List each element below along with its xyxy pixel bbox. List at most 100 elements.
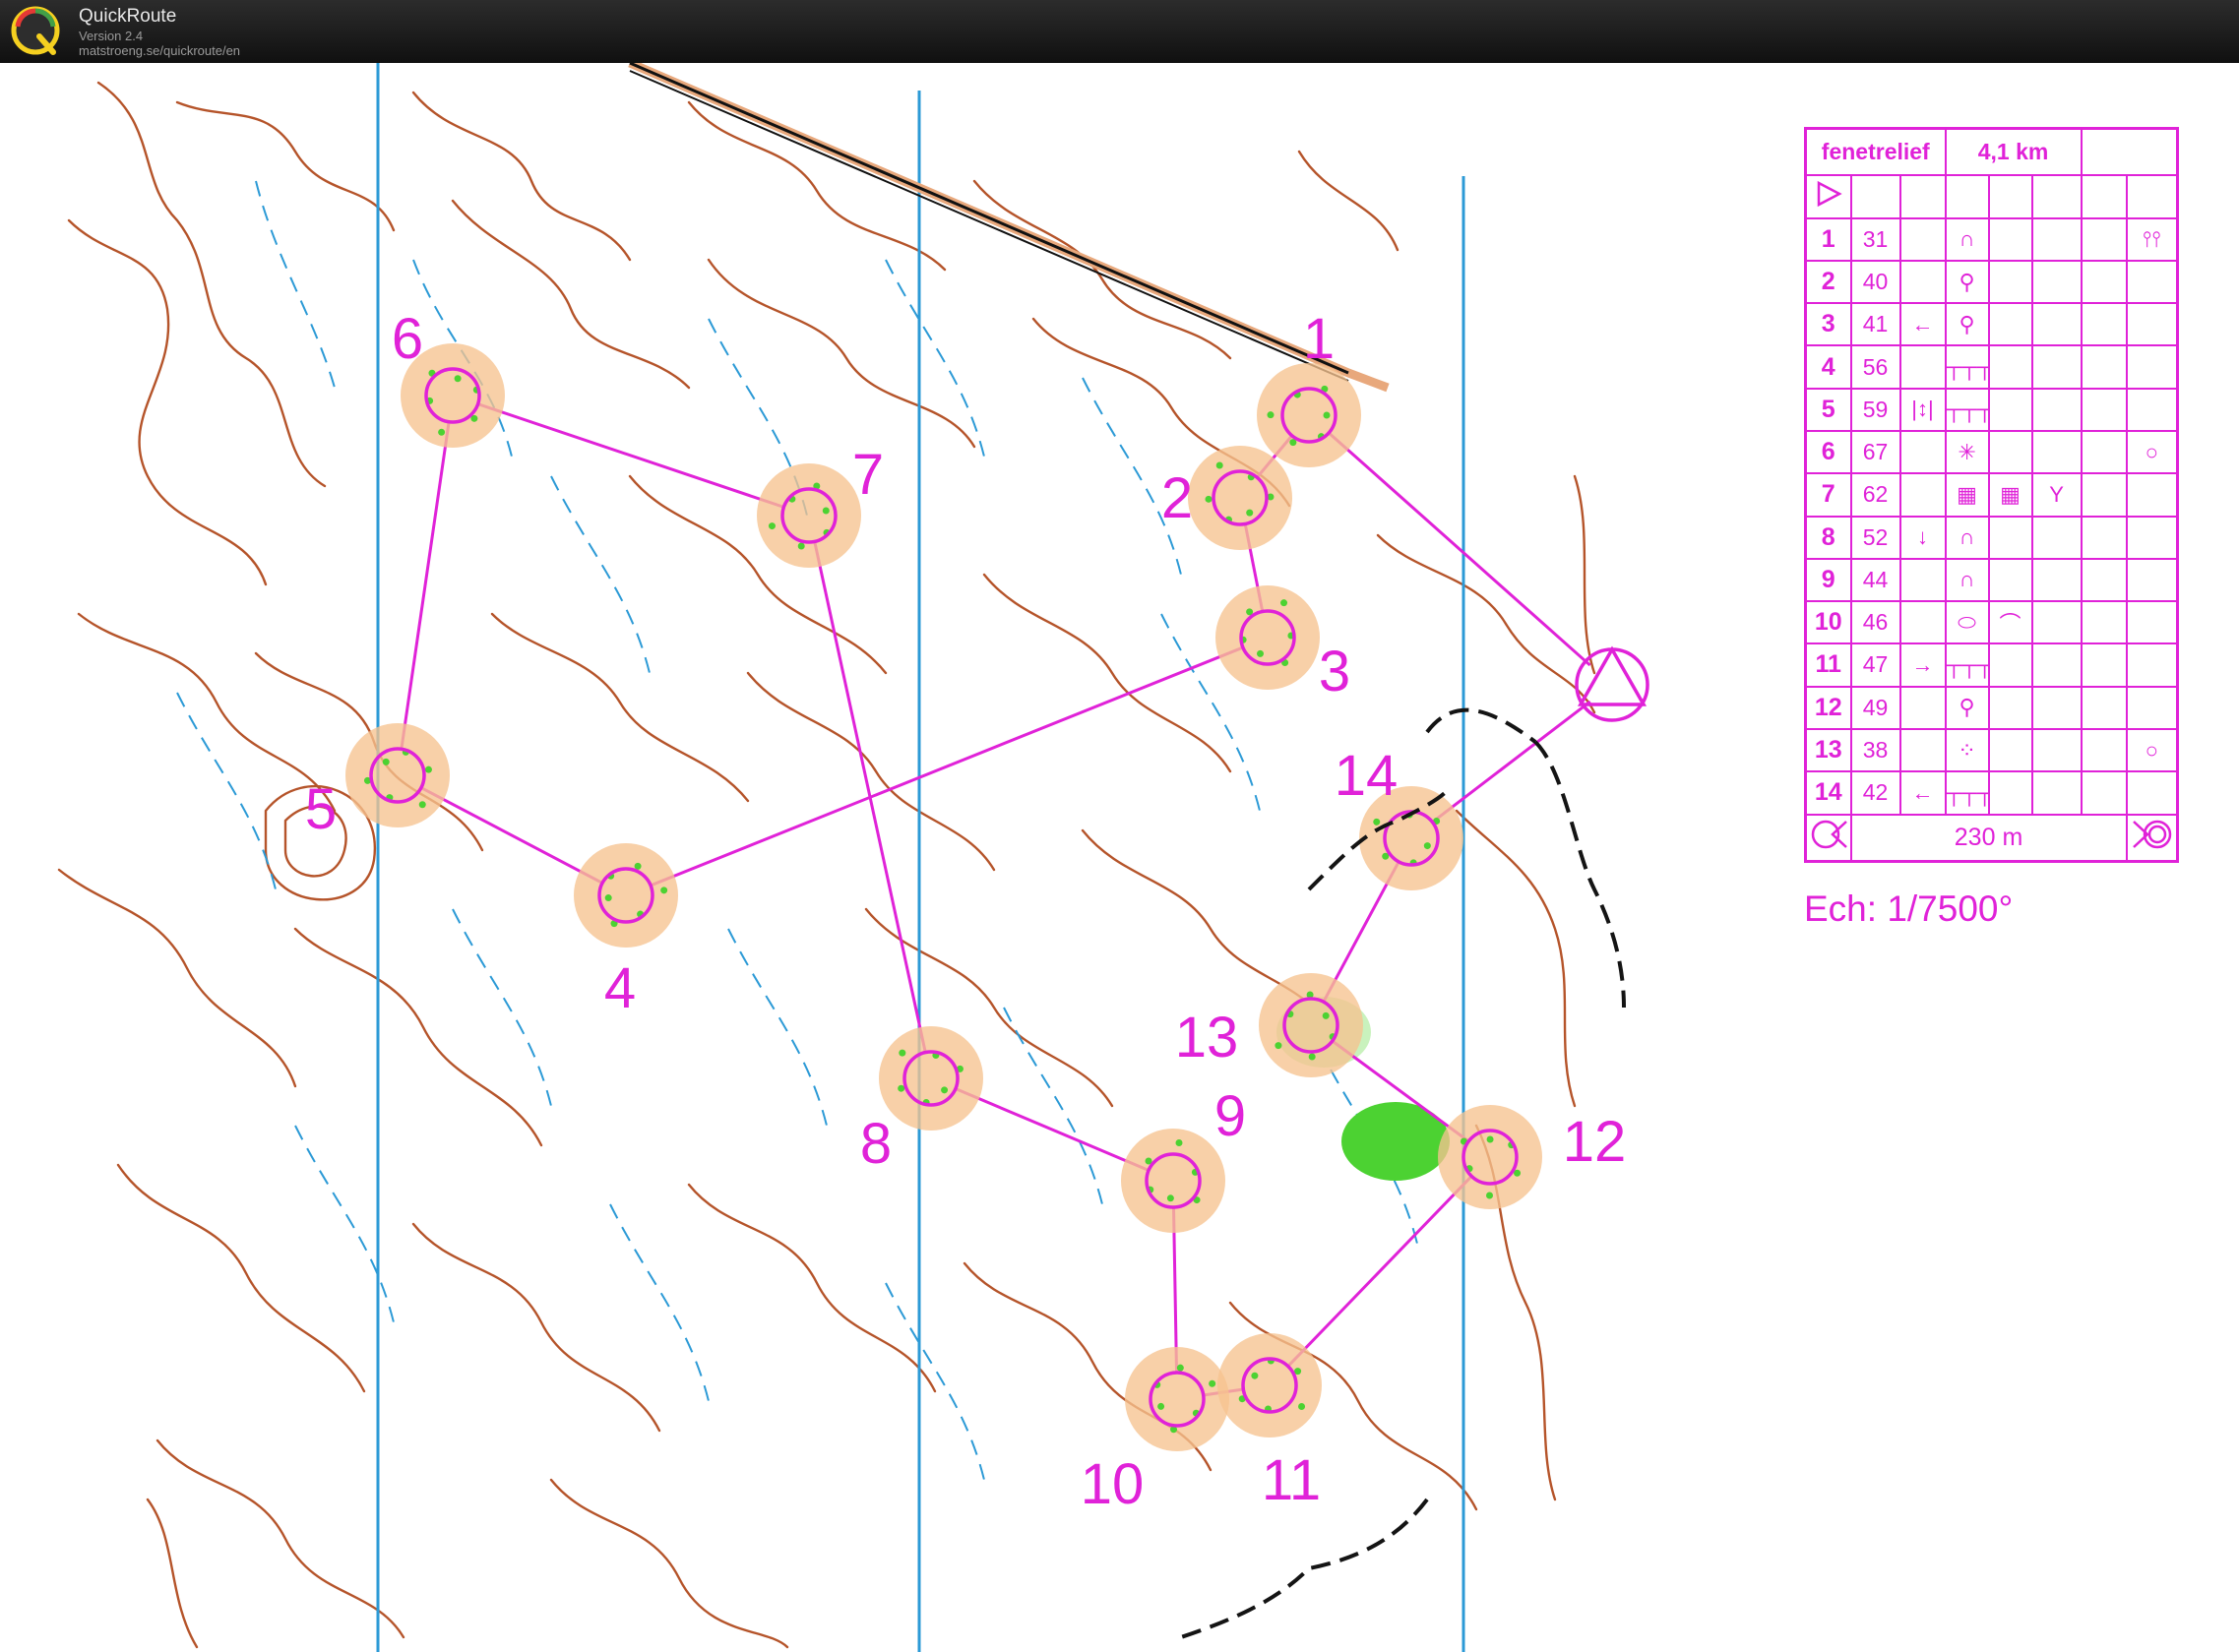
which-feature: ↓ bbox=[1898, 515, 1947, 560]
vegetation-dot bbox=[454, 375, 462, 383]
title-bar: QuickRoute Version 2.4 matstroeng.se/qui… bbox=[0, 0, 2239, 63]
vegetation-dot bbox=[1257, 649, 1265, 657]
control-number: 12 bbox=[1804, 685, 1852, 730]
control-number: 1 bbox=[1804, 216, 1852, 262]
appearance-symbol bbox=[1987, 727, 2033, 773]
appearance-symbol bbox=[1987, 642, 2033, 688]
course-leg bbox=[477, 402, 784, 509]
detail-symbol bbox=[2080, 685, 2128, 730]
detail-symbol bbox=[2080, 302, 2128, 347]
description-row: 5 59 |↕| ┬┬┬ bbox=[1804, 387, 2179, 433]
control-number: 5 bbox=[1804, 387, 1852, 433]
detail-symbol bbox=[2080, 727, 2128, 773]
feature-symbol: ⚲ bbox=[1944, 685, 1990, 730]
app-url[interactable]: matstroeng.se/quickroute/en bbox=[79, 43, 240, 58]
finish-circle-icon bbox=[2125, 813, 2179, 863]
description-rows: 1 31 ∩ ⫯⫯ 2 40 ⚲ 3 41 ← ⚲ 4 56 ┬┬┬ 5 59 |↕| ┬┬┬ 6 67 ✳ ○ 7 62 ▦ ▦… bbox=[1804, 216, 2179, 816]
start-row bbox=[1804, 174, 2179, 219]
detail-symbol bbox=[2080, 642, 2128, 688]
vegetation-dot bbox=[1322, 1011, 1330, 1019]
course-leg bbox=[955, 1087, 1150, 1172]
course-leg bbox=[813, 541, 927, 1053]
position-symbol bbox=[2125, 600, 2179, 645]
control-number-label: 4 bbox=[604, 956, 636, 1020]
control-number: 8 bbox=[1804, 515, 1852, 560]
control-highlight bbox=[574, 843, 678, 948]
control-code: 40 bbox=[1849, 259, 1901, 305]
appearance-symbol bbox=[1987, 515, 2033, 560]
control-code: 42 bbox=[1849, 770, 1901, 816]
vegetation-dot bbox=[1205, 495, 1213, 503]
map-scale: Ech: 1/7500° bbox=[1804, 888, 2014, 929]
control-highlight bbox=[879, 1026, 983, 1131]
feature-symbol: ┬┬┬ bbox=[1944, 344, 1990, 390]
sheet-header: fenetrelief 4,1 km bbox=[1804, 127, 2179, 177]
detail-symbol bbox=[2080, 344, 2128, 390]
appearance-symbol bbox=[1987, 259, 2033, 305]
control-code: 31 bbox=[1849, 216, 1901, 262]
course-leg bbox=[420, 786, 603, 885]
feature-symbol: ┬┬┬ bbox=[1944, 770, 1990, 816]
control-number: 11 bbox=[1804, 642, 1852, 688]
course-leg bbox=[1328, 431, 1591, 667]
app-version: Version 2.4 bbox=[79, 29, 144, 43]
vegetation-dot bbox=[822, 507, 830, 515]
which-feature: ← bbox=[1898, 302, 1947, 347]
position-symbol: ○ bbox=[2125, 727, 2179, 773]
vegetation-dot bbox=[1157, 1402, 1165, 1410]
position-symbol bbox=[2125, 642, 2179, 688]
control-code: 62 bbox=[1849, 472, 1901, 518]
dimension-symbol bbox=[2030, 430, 2083, 475]
control-description-sheet: fenetrelief 4,1 km 1 31 ∩ ⫯⫯ 2 40 ⚲ 3 41 ← ⚲ 4 56 ┬┬┬… bbox=[1804, 127, 2180, 863]
dimension-symbol bbox=[2030, 259, 2083, 305]
detail-symbol bbox=[2080, 387, 2128, 433]
control-code: 52 bbox=[1849, 515, 1901, 560]
control-number: 13 bbox=[1804, 727, 1852, 773]
which-feature: → bbox=[1898, 642, 1947, 688]
vegetation-dot bbox=[898, 1084, 905, 1092]
control-number-label: 8 bbox=[860, 1112, 892, 1176]
which-feature bbox=[1898, 727, 1947, 773]
vegetation-dot bbox=[1215, 461, 1223, 469]
vegetation-dot bbox=[768, 522, 776, 530]
control-number: 2 bbox=[1804, 259, 1852, 305]
which-feature bbox=[1898, 472, 1947, 518]
stream-lines bbox=[176, 180, 1418, 1481]
vegetation-dot bbox=[382, 758, 390, 765]
vegetation-dot bbox=[1246, 509, 1254, 517]
control-number-label: 11 bbox=[1262, 1448, 1321, 1512]
contour-lines bbox=[57, 81, 1596, 1649]
which-feature bbox=[1898, 430, 1947, 475]
appearance-symbol bbox=[1987, 344, 2033, 390]
feature-symbol: ∩ bbox=[1944, 515, 1990, 560]
control-highlight bbox=[1125, 1347, 1229, 1451]
appearance-symbol bbox=[1987, 387, 2033, 433]
which-feature: |↕| bbox=[1898, 387, 1947, 433]
feature-symbol: ✳ bbox=[1944, 430, 1990, 475]
dimension-symbol bbox=[2030, 302, 2083, 347]
control-code: 47 bbox=[1849, 642, 1901, 688]
detail-symbol bbox=[2080, 216, 2128, 262]
which-feature bbox=[1898, 344, 1947, 390]
control-number: 4 bbox=[1804, 344, 1852, 390]
feature-symbol: ⬭ bbox=[1944, 600, 1990, 645]
feature-symbol: ∩ bbox=[1944, 557, 1990, 603]
vegetation-dot bbox=[1280, 599, 1288, 607]
control-number-label: 14 bbox=[1335, 744, 1399, 808]
dimension-symbol bbox=[2030, 770, 2083, 816]
vegetation-dot bbox=[1486, 1135, 1494, 1143]
description-row: 10 46 ⬭ ⌒ bbox=[1804, 600, 2179, 645]
vegetation-dot bbox=[604, 894, 612, 902]
position-symbol bbox=[2125, 685, 2179, 730]
position-symbol bbox=[2125, 472, 2179, 518]
dimension-symbol: Y bbox=[2030, 472, 2083, 518]
control-highlight bbox=[757, 463, 861, 568]
feature-symbol: ⚲ bbox=[1944, 302, 1990, 347]
position-symbol bbox=[2125, 387, 2179, 433]
control-number-label: 5 bbox=[305, 777, 337, 841]
control-number-label: 1 bbox=[1303, 307, 1335, 371]
control-number-label: 3 bbox=[1319, 640, 1350, 704]
detail-symbol bbox=[2080, 259, 2128, 305]
description-row: 9 44 ∩ bbox=[1804, 557, 2179, 603]
control-code: 38 bbox=[1849, 727, 1901, 773]
